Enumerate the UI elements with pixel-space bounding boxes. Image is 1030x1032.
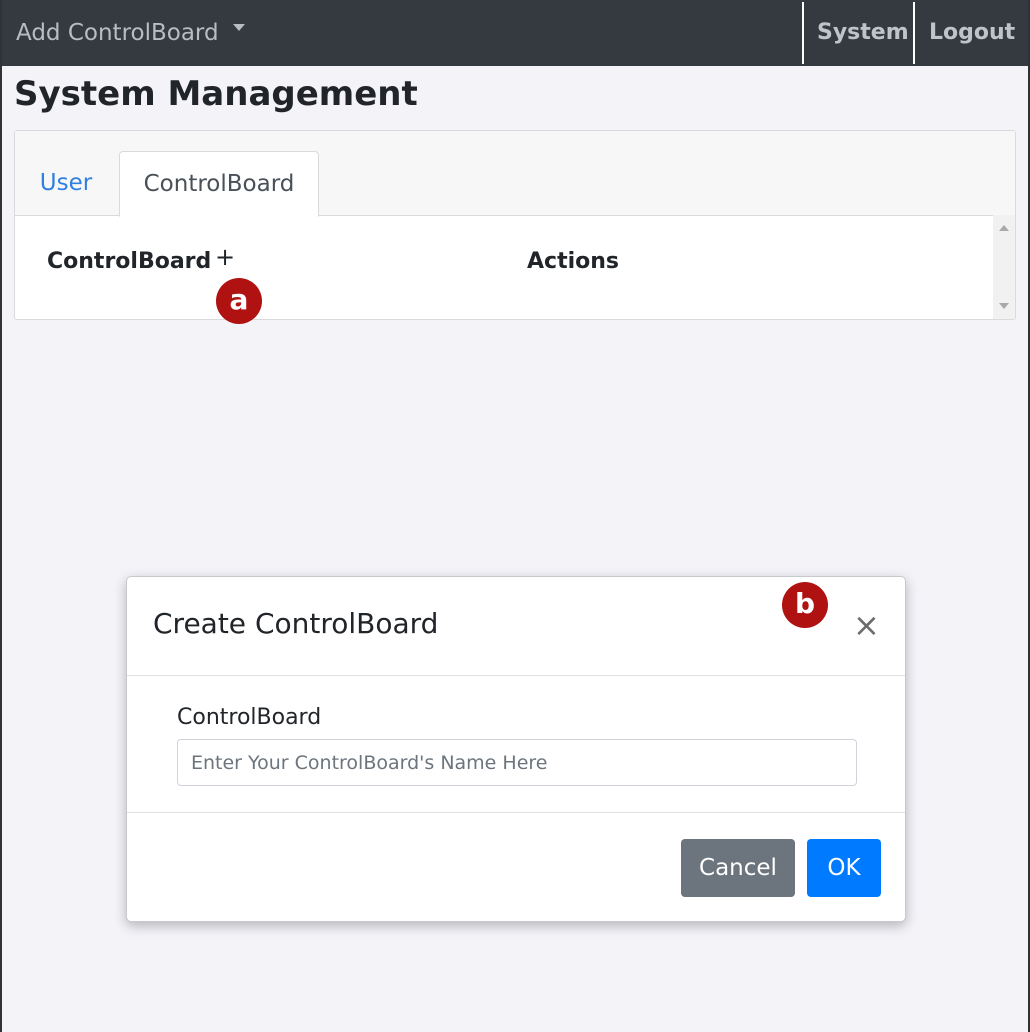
column-header-actions: Actions [527,249,619,274]
callout-badge-a: a [216,278,262,324]
ok-button[interactable]: OK [807,839,881,897]
close-icon[interactable]: × [853,605,880,645]
create-controlboard-modal: Create ControlBoard × ControlBoard Cance… [126,576,906,922]
callout-badge-b: b [782,582,828,628]
modal-footer-divider [127,812,905,813]
modal-header-divider [127,675,905,676]
cancel-button[interactable]: Cancel [681,839,795,897]
table-scrollbar[interactable] [993,215,1015,319]
nav-link-system[interactable]: System [817,0,909,66]
tab-bar: User ControlBoard [15,131,1015,217]
add-controlboard-dropdown[interactable]: Add ControlBoard [16,0,245,66]
tab-user[interactable]: User [21,151,111,215]
scroll-down-arrow-icon[interactable] [999,303,1009,309]
page-title: System Management [14,74,418,114]
nav-link-logout[interactable]: Logout [929,0,1015,66]
controlboard-name-input[interactable] [177,739,857,786]
scroll-up-arrow-icon[interactable] [999,225,1009,231]
tab-controlboard[interactable]: ControlBoard [119,151,319,217]
nav-divider [913,2,915,64]
modal-title: Create ControlBoard [153,607,439,640]
nav-divider [802,2,804,64]
caret-down-icon [232,24,245,31]
controlboard-field-label: ControlBoard [177,705,322,730]
top-navbar: Add ControlBoard System Logout [2,0,1028,66]
add-controlboard-label: Add ControlBoard [16,20,219,46]
add-controlboard-button[interactable]: + [215,243,235,271]
management-card: User ControlBoard ControlBoard + Actions [14,130,1016,320]
column-header-controlboard: ControlBoard [47,249,212,274]
